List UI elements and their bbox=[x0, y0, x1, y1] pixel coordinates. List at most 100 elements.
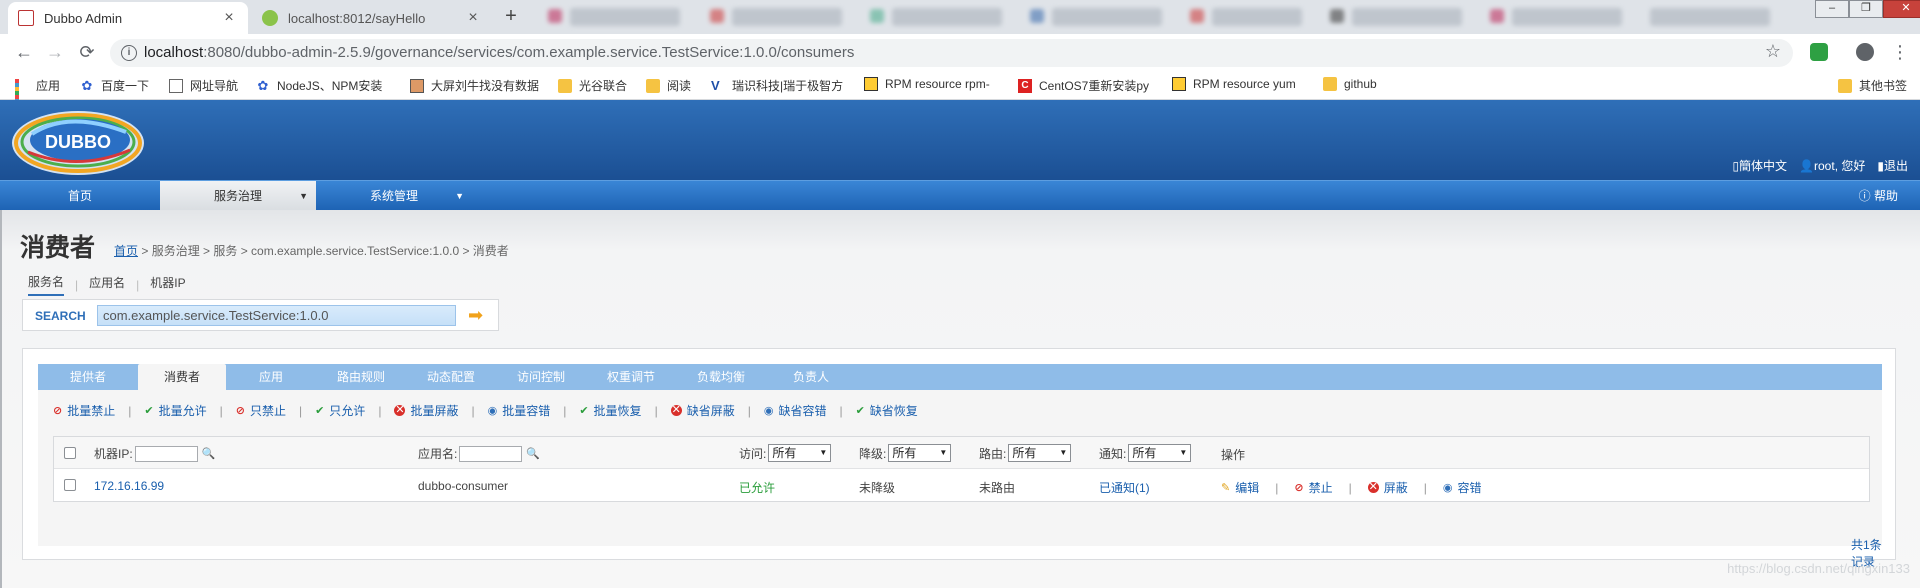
action-label: 批量屏蔽 bbox=[410, 404, 459, 418]
tab-providers[interactable]: 提供者 bbox=[38, 364, 138, 390]
row-checkbox[interactable] bbox=[64, 479, 76, 491]
default-tolerance-button[interactable]: ◉ 缺省容错 bbox=[764, 402, 827, 419]
search-icon[interactable]: 🔍 bbox=[202, 447, 216, 460]
reload-icon[interactable]: ⟳ bbox=[75, 41, 99, 63]
leaf-favicon-icon bbox=[262, 10, 278, 26]
tab-load-balance[interactable]: 负载均衡 bbox=[676, 364, 766, 390]
x-circle-icon: ✕ bbox=[394, 404, 406, 416]
nav-home[interactable]: 首页 bbox=[0, 181, 160, 211]
tab-dynamic-config[interactable]: 动态配置 bbox=[406, 364, 496, 390]
mask-button[interactable]: ✕ 屏蔽 bbox=[1367, 479, 1408, 496]
separator: | bbox=[1275, 480, 1279, 495]
ban-icon: ⊘ bbox=[53, 405, 63, 417]
address-bar[interactable]: i localhost:8080/dubbo-admin-2.5.9/gover… bbox=[110, 39, 1793, 67]
site-info-icon[interactable]: i bbox=[121, 45, 137, 61]
forbid-button[interactable]: ⊘ 禁止 bbox=[1294, 479, 1332, 496]
tolerance-icon: ◉ bbox=[1442, 482, 1453, 494]
x-circle-icon: ✕ bbox=[670, 404, 682, 416]
tab-routes[interactable]: 路由规则 bbox=[316, 364, 406, 390]
search-tab-ip[interactable]: 机器IP bbox=[150, 274, 185, 295]
check-icon: ✔ bbox=[855, 405, 865, 417]
bookmark-guanggu[interactable]: 光谷联合 bbox=[558, 77, 627, 94]
logout-link[interactable]: ▮退出 bbox=[1877, 157, 1908, 174]
tab-close-icon[interactable]: × bbox=[220, 9, 238, 27]
notify-filter-select[interactable]: 所有 bbox=[1128, 444, 1192, 462]
batch-recover-button[interactable]: ✔ 批量恢复 bbox=[579, 402, 641, 419]
back-arrow-icon[interactable]: ← bbox=[12, 41, 36, 63]
tolerance-button[interactable]: ◉ 容错 bbox=[1443, 479, 1482, 496]
apps-grid-icon bbox=[15, 78, 29, 115]
browser-tab-sayhello[interactable]: localhost:8012/sayHello × bbox=[252, 2, 492, 34]
separator: | bbox=[747, 403, 751, 418]
ip-filter-input[interactable] bbox=[134, 445, 198, 462]
degrade-filter-select[interactable]: 所有 bbox=[888, 444, 952, 462]
url-text[interactable]: localhost:8080/dubbo-admin-2.5.9/governa… bbox=[144, 44, 854, 61]
breadcrumb-path: > 服务治理 > 服务 > com.example.service.TestSe… bbox=[138, 244, 509, 258]
tab-weight[interactable]: 权重调节 bbox=[586, 364, 676, 390]
default-mask-button[interactable]: ✕ 缺省屏蔽 bbox=[670, 402, 735, 419]
search-tab-service[interactable]: 服务名 bbox=[28, 273, 65, 296]
separator: | bbox=[128, 403, 132, 418]
bookmark-github[interactable]: github bbox=[1323, 77, 1377, 91]
browser-menu-icon[interactable]: ⋮ bbox=[1888, 41, 1912, 63]
account-avatar-icon[interactable] bbox=[1856, 43, 1874, 61]
only-allow-button[interactable]: ✔ 只允许 bbox=[315, 402, 365, 419]
select-all-checkbox[interactable] bbox=[64, 447, 76, 459]
tab-applications[interactable]: 应用 bbox=[226, 364, 316, 390]
search-input[interactable]: com.example.service.TestService:1.0.0 bbox=[97, 305, 456, 326]
maximize-button[interactable]: ❐ bbox=[1849, 0, 1883, 18]
bookmark-nodejs[interactable]: ✿ NodeJS、NPM安装 bbox=[256, 77, 383, 94]
nav-service-governance[interactable]: 服务治理 ▼ bbox=[160, 181, 316, 211]
search-go-arrow-icon[interactable]: ➡ bbox=[468, 306, 490, 324]
tab-close-icon[interactable]: × bbox=[464, 9, 482, 27]
search-icon[interactable]: 🔍 bbox=[526, 447, 540, 460]
op-label: 屏蔽 bbox=[1383, 481, 1408, 495]
edit-button[interactable]: ✎ 编辑 bbox=[1221, 479, 1259, 496]
shield-extension-icon[interactable] bbox=[1810, 43, 1828, 61]
breadcrumb: 首页 > 服务治理 > 服务 > com.example.service.Tes… bbox=[114, 242, 509, 259]
table-header: 机器IP:🔍 应用名:🔍 访问:所有 降级:所有 路由:所有 通知:所有 操作 bbox=[54, 437, 1869, 469]
tab-owners[interactable]: 负责人 bbox=[766, 364, 856, 390]
tab-access-control[interactable]: 访问控制 bbox=[496, 364, 586, 390]
route-filter-select[interactable]: 所有 bbox=[1008, 444, 1072, 462]
default-recover-button[interactable]: ✔ 缺省恢复 bbox=[856, 402, 918, 419]
breadcrumb-home-link[interactable]: 首页 bbox=[114, 244, 138, 258]
bookmark-apps[interactable]: 应用 bbox=[15, 77, 61, 115]
row-notify-link[interactable]: 已通知(1) bbox=[1099, 479, 1150, 496]
bookmark-baidu[interactable]: ✿ 百度一下 bbox=[80, 77, 149, 94]
forward-arrow-icon[interactable]: → bbox=[43, 41, 67, 63]
bookmark-centos[interactable]: C CentOS7重新安装py bbox=[1018, 77, 1149, 94]
tab-consumers[interactable]: 消费者 bbox=[138, 364, 226, 390]
bookmark-star-icon[interactable]: ☆ bbox=[1765, 41, 1781, 62]
dubbo-logo: DUBBO bbox=[12, 111, 144, 175]
nav-system-management[interactable]: 系统管理 ▼ bbox=[316, 181, 472, 211]
bookmark-label: 瑞识科技|瑞于极智方 bbox=[732, 79, 844, 93]
minimize-button[interactable]: – bbox=[1815, 0, 1849, 18]
batch-mask-button[interactable]: ✕ 批量屏蔽 bbox=[394, 402, 458, 419]
bookmark-label: 应用 bbox=[36, 79, 61, 93]
language-link[interactable]: ▯簡体中文 bbox=[1732, 157, 1787, 174]
batch-allow-button[interactable]: ✔ 批量允许 bbox=[144, 402, 206, 419]
batch-tolerance-button[interactable]: ◉ 批量容错 bbox=[488, 402, 551, 419]
bookmark-dashboard[interactable]: 大屏刘牛找没有数据 bbox=[410, 77, 539, 94]
bookmark-rpm-2[interactable]: RPM resource yum bbox=[1172, 77, 1296, 91]
bookmark-nav[interactable]: 网址导航 bbox=[169, 77, 238, 94]
row-ip[interactable]: 172.16.16.99 bbox=[94, 479, 164, 493]
help-link[interactable]: ⓘ 帮助 bbox=[1859, 181, 1898, 211]
new-tab-button[interactable]: + bbox=[497, 5, 525, 29]
only-forbid-button[interactable]: ⊘ 只禁止 bbox=[236, 402, 286, 419]
ban-icon: ⊘ bbox=[1294, 482, 1304, 494]
language-label: 簡体中文 bbox=[1739, 159, 1788, 173]
bookmark-ruishi[interactable]: V 瑞识科技|瑞于极智方 bbox=[711, 77, 843, 94]
separator: | bbox=[563, 403, 567, 418]
browser-tab-dubbo-admin[interactable]: Dubbo Admin × bbox=[8, 2, 248, 34]
access-filter-select[interactable]: 所有 bbox=[768, 444, 832, 462]
app-filter-input[interactable] bbox=[459, 445, 523, 462]
search-tab-application[interactable]: 应用名 bbox=[89, 274, 125, 295]
bookmark-other[interactable]: 其他书签 bbox=[1838, 77, 1907, 94]
csdn-c-icon: C bbox=[1018, 78, 1032, 93]
batch-forbid-button[interactable]: ⊘ 批量禁止 bbox=[53, 402, 115, 419]
bookmark-read[interactable]: 阅读 bbox=[646, 77, 691, 94]
window-close-button[interactable]: ✕ bbox=[1883, 0, 1920, 18]
bookmark-rpm-1[interactable]: RPM resource rpm- bbox=[864, 77, 990, 91]
